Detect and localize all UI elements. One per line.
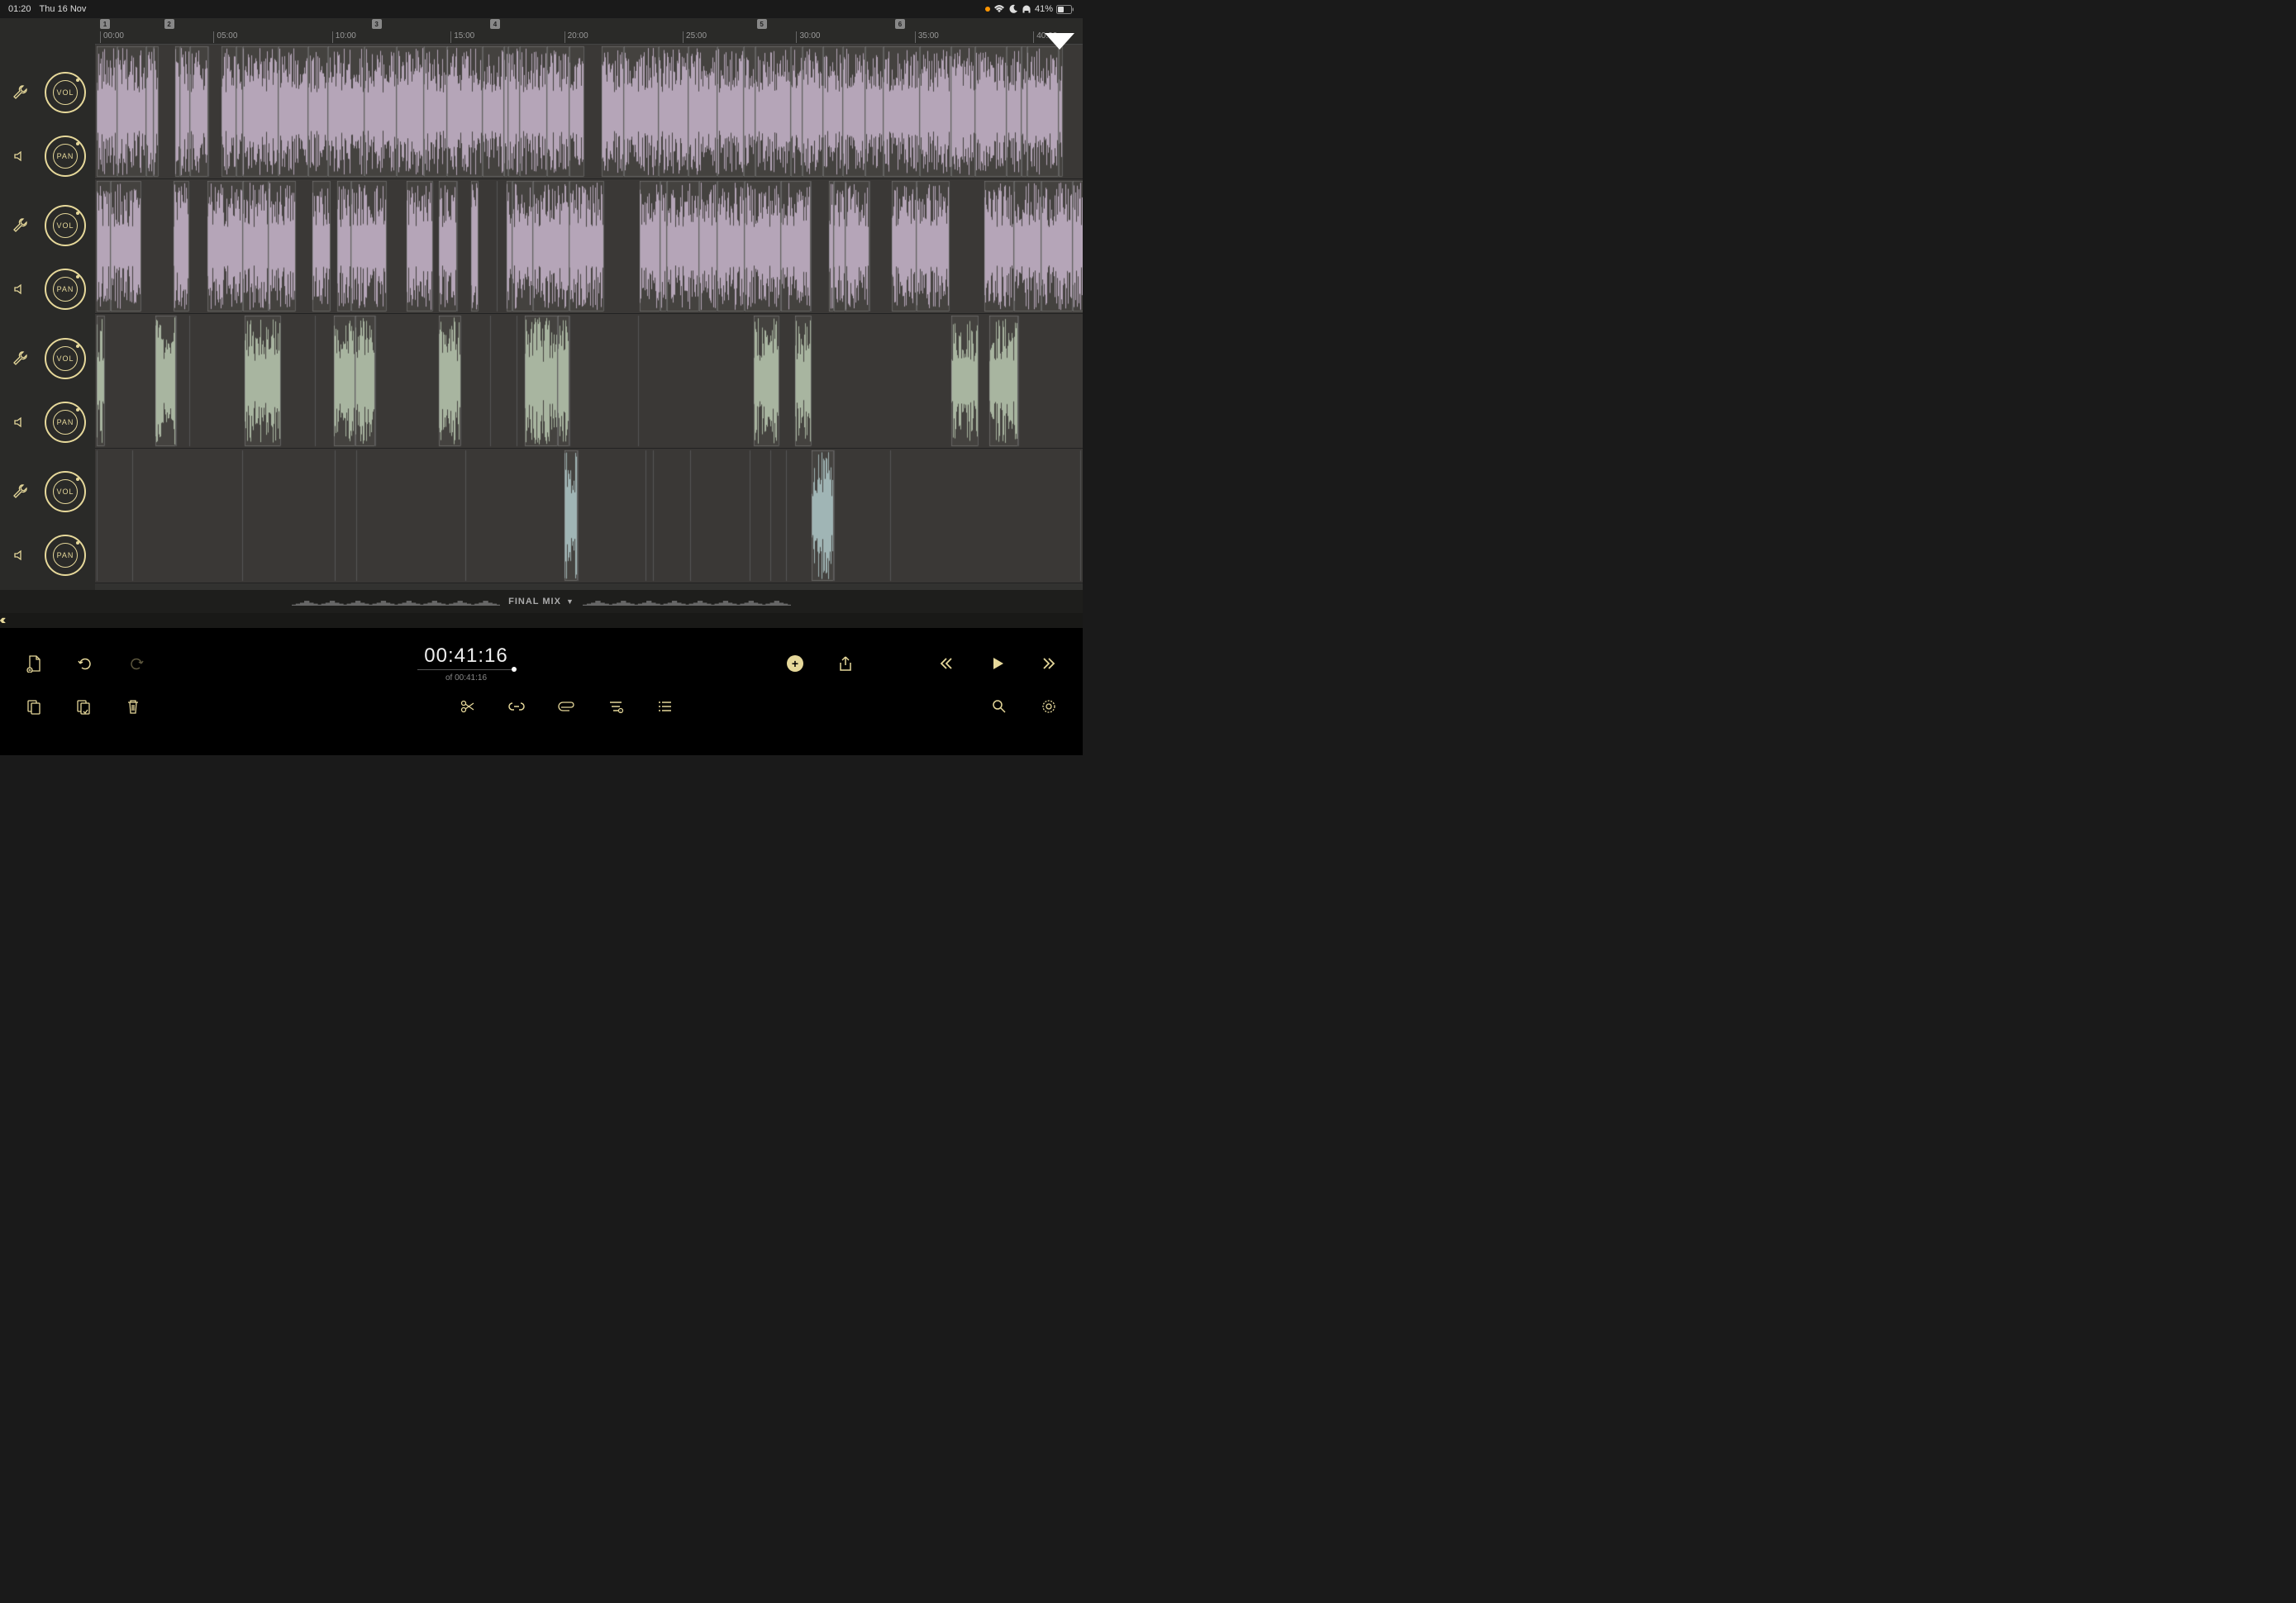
copy-icon[interactable] xyxy=(25,697,43,716)
share-icon[interactable] xyxy=(836,654,855,673)
ruler-tick: 15:00 xyxy=(450,31,474,43)
gear-icon[interactable] xyxy=(1040,697,1058,716)
link-icon[interactable] xyxy=(507,697,526,716)
volume-knob[interactable]: VOL xyxy=(45,471,86,512)
knob-label: PAN xyxy=(53,144,78,169)
forward-icon[interactable] xyxy=(1040,654,1058,673)
chevron-down-icon: ▼ xyxy=(566,597,574,606)
timeline-marker[interactable]: 4 xyxy=(490,19,500,29)
battery-percent: 41% xyxy=(1035,4,1053,14)
current-time-display[interactable]: 00:41:16 xyxy=(417,645,514,670)
battery-icon xyxy=(1056,5,1074,14)
status-bar: 01:20 Thu 16 Nov 41% xyxy=(0,0,1083,18)
playhead-icon[interactable] xyxy=(1045,33,1074,50)
chevron-left-icon: ‹ xyxy=(0,613,4,628)
knob-label: PAN xyxy=(53,410,78,435)
ruler-tick: 05:00 xyxy=(213,31,237,43)
wrench-icon[interactable] xyxy=(10,349,30,369)
speaker-icon[interactable] xyxy=(10,412,30,432)
wrench-icon[interactable] xyxy=(10,482,30,502)
headphones-icon xyxy=(1022,4,1031,14)
audio-track[interactable] xyxy=(95,314,1083,449)
wrench-icon[interactable] xyxy=(10,83,30,102)
collapse-handle[interactable]: ‹ ‹ ‹ ‹ ‹ xyxy=(0,613,1083,628)
add-button[interactable]: + xyxy=(787,655,803,672)
markers-row[interactable]: 1 2 3 4 5 6 xyxy=(95,18,1083,30)
decorative-wave-icon: ▁▂▃▅▃▂▁▂▃▅▃▂▁▂▃▅▃▂▁▂▃▅▃▂▁▂▃▅▃▂▁▂▃▅▃▂▁▂▃▅… xyxy=(292,598,500,606)
knob-label: VOL xyxy=(53,213,78,238)
speaker-icon[interactable] xyxy=(10,146,30,166)
audio-track[interactable] xyxy=(95,179,1083,314)
final-mix-dropdown[interactable]: FINAL MIX ▼ xyxy=(508,597,574,606)
volume-knob[interactable]: VOL xyxy=(45,338,86,379)
knob-label: VOL xyxy=(53,346,78,371)
volume-knob[interactable]: VOL xyxy=(45,72,86,113)
status-time: 01:20 xyxy=(8,4,31,14)
svg-text:i: i xyxy=(621,709,622,713)
track-control-rail: VOL PAN VOL PAN xyxy=(0,18,95,590)
track-4-controls: VOL PAN xyxy=(0,457,95,590)
scissors-icon[interactable] xyxy=(458,697,476,716)
ruler-tick: 35:00 xyxy=(915,31,939,43)
do-not-disturb-icon xyxy=(1008,4,1018,14)
pan-knob[interactable]: PAN xyxy=(45,535,86,576)
status-date: Thu 16 Nov xyxy=(40,4,87,14)
volume-knob[interactable]: VOL xyxy=(45,205,86,246)
track-2-controls: VOL PAN xyxy=(0,191,95,324)
knob-label: VOL xyxy=(53,479,78,504)
pan-knob[interactable]: PAN xyxy=(45,136,86,177)
track-1-controls: VOL PAN xyxy=(0,58,95,191)
timeline-area[interactable]: 1 2 3 4 5 6 00:00 05:00 10:00 15:00 20:00 25:00 30:… xyxy=(95,18,1083,590)
recording-indicator-icon xyxy=(985,7,990,12)
audio-track[interactable] xyxy=(95,45,1083,179)
timeline-marker[interactable]: 5 xyxy=(757,19,767,29)
final-mix-label: FINAL MIX xyxy=(508,597,561,606)
knob-label: PAN xyxy=(53,543,78,568)
timeline-marker[interactable]: 3 xyxy=(372,19,382,29)
timeline-marker[interactable]: 6 xyxy=(895,19,905,29)
timeline-marker[interactable]: 1 xyxy=(100,19,110,29)
new-file-icon[interactable] xyxy=(25,654,43,673)
list-icon[interactable] xyxy=(656,697,674,716)
knob-label: PAN xyxy=(53,277,78,302)
tracks-container xyxy=(95,45,1083,583)
redo-icon[interactable] xyxy=(127,654,145,673)
ruler-tick: 25:00 xyxy=(683,31,707,43)
total-time-display: of 00:41:16 xyxy=(445,673,487,683)
decorative-wave-icon: ▁▂▃▅▃▂▁▂▃▅▃▂▁▂▃▅▃▂▁▂▃▅▃▂▁▂▃▅▃▂▁▂▃▅▃▂▁▂▃▅… xyxy=(583,598,791,606)
ruler-tick: 20:00 xyxy=(564,31,588,43)
speaker-icon[interactable] xyxy=(10,545,30,565)
time-ruler[interactable]: 00:00 05:00 10:00 15:00 20:00 25:00 30:00 35:00… xyxy=(95,30,1083,45)
ruler-tick: 00:00 xyxy=(100,31,124,43)
trash-icon[interactable] xyxy=(124,697,142,716)
speaker-icon[interactable] xyxy=(10,279,30,299)
attach-icon[interactable] xyxy=(557,697,575,716)
filter-icon[interactable]: i xyxy=(607,697,625,716)
ruler-tick: 30:00 xyxy=(796,31,820,43)
play-icon[interactable] xyxy=(988,654,1007,673)
undo-icon[interactable] xyxy=(76,654,94,673)
pan-knob[interactable]: PAN xyxy=(45,402,86,443)
wrench-icon[interactable] xyxy=(10,216,30,235)
wifi-icon xyxy=(993,5,1005,13)
pan-knob[interactable]: PAN xyxy=(45,269,86,310)
search-icon[interactable] xyxy=(990,697,1008,716)
paste-icon[interactable] xyxy=(74,697,93,716)
rewind-icon[interactable] xyxy=(937,654,955,673)
knob-label: VOL xyxy=(53,80,78,105)
bottom-toolbar-area: ‹ ‹ ‹ ‹ ‹ 00:41:16 of 00:41:16 + xyxy=(0,613,1083,755)
audio-track[interactable] xyxy=(95,449,1083,583)
final-mix-bar: ▁▂▃▅▃▂▁▂▃▅▃▂▁▂▃▅▃▂▁▂▃▅▃▂▁▂▃▅▃▂▁▂▃▅▃▂▁▂▃▅… xyxy=(0,590,1083,613)
ruler-tick: 10:00 xyxy=(332,31,356,43)
timeline-marker[interactable]: 2 xyxy=(164,19,174,29)
track-3-controls: VOL PAN xyxy=(0,324,95,457)
